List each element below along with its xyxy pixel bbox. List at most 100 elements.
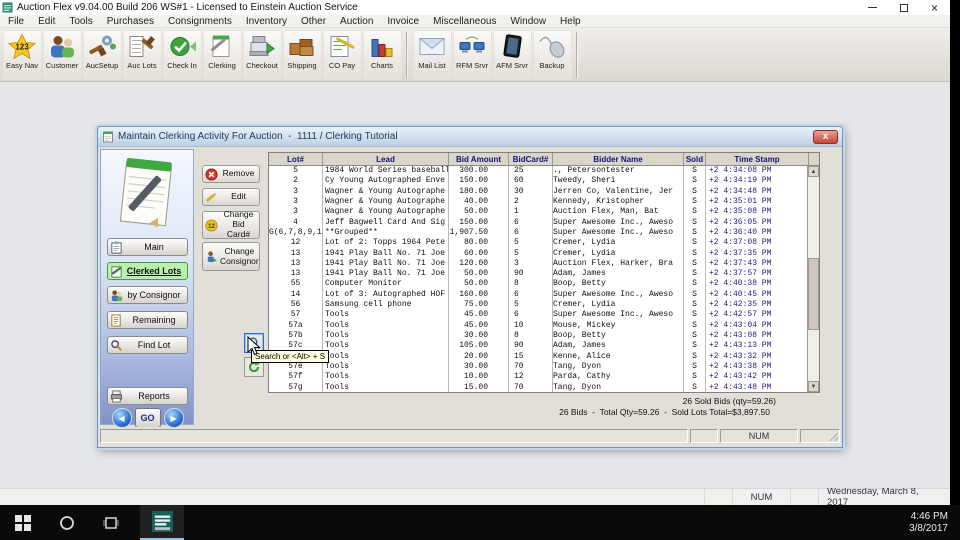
action-button-change-bid-card[interactable]: 12Change Bid Card# — [202, 211, 260, 239]
column-header-lead[interactable]: Lead — [323, 153, 449, 165]
menu-item-auction[interactable]: Auction — [333, 16, 380, 27]
cell-lead: Tools — [323, 362, 449, 372]
table-row[interactable]: 57eTools30.0070Tang, DyonS+2 4:43:38 PM — [269, 362, 819, 372]
backup-icon — [537, 33, 567, 60]
toolbar-button-aucsetup[interactable]: AucSetup — [83, 30, 122, 80]
cell-bidcard: 3 — [509, 259, 553, 269]
menu-item-consignments[interactable]: Consignments — [161, 16, 239, 27]
menu-item-inventory[interactable]: Inventory — [239, 16, 294, 27]
toolbar-button-rfm-srvr[interactable]: RFM Srvr — [453, 30, 492, 80]
check-in-icon — [167, 33, 197, 60]
menu-item-tools[interactable]: Tools — [62, 16, 99, 27]
table-row[interactable]: 131941 Play Ball No. 71 Joe50.0090Adam, … — [269, 269, 819, 279]
cell-sold: S — [684, 187, 706, 197]
toolbar-button-mail-list[interactable]: Mail List — [413, 30, 452, 80]
go-button[interactable]: GO — [135, 408, 161, 427]
toolbar-button-clerking[interactable]: Clerking — [203, 30, 242, 80]
table-row[interactable]: 4Jeff Bagwell Card And Sig150.006Super A… — [269, 218, 819, 228]
menu-item-help[interactable]: Help — [553, 16, 588, 27]
table-row[interactable]: G(6,7,8,9,10**Grouped**1,907.506Super Aw… — [269, 228, 819, 238]
table-row[interactable]: 2Cy Young Autographed Enve150.0060Tweedy… — [269, 176, 819, 186]
vertical-scrollbar[interactable]: ▲ ▼ — [807, 166, 819, 392]
column-header-sold[interactable]: Sold — [684, 153, 706, 165]
action-button-edit[interactable]: Edit — [202, 188, 260, 206]
cell-sold: S — [684, 310, 706, 320]
next-record-button[interactable]: ▶ — [164, 408, 184, 427]
table-row[interactable]: 55Computer Monitor50.008Boop, BettyS+2 4… — [269, 279, 819, 289]
cell-sold: S — [684, 300, 706, 310]
table-row[interactable]: 57dTools20.0015Kenne, AliceS+2 4:43:32 P… — [269, 352, 819, 362]
task-view-button[interactable] — [96, 508, 126, 538]
column-header-lot[interactable]: Lot# — [269, 153, 323, 165]
table-row[interactable]: 57cTools105.0090Adam, JamesS+2 4:43:13 P… — [269, 341, 819, 351]
statusbar-panel — [100, 429, 688, 443]
close-button[interactable]: × — [919, 0, 950, 15]
menu-item-miscellaneous[interactable]: Miscellaneous — [426, 16, 503, 27]
shipping-icon — [287, 33, 317, 60]
sidebar-item-find-lot[interactable]: Find Lot — [107, 336, 188, 354]
action-button-remove[interactable]: Remove — [202, 165, 260, 183]
resize-grip-icon[interactable] — [829, 432, 838, 441]
table-row[interactable]: 131941 Play Ball No. 71 Joe120.003Auctio… — [269, 259, 819, 269]
restore-button[interactable] — [888, 0, 919, 15]
table-row[interactable]: 3Wagner & Young Autographe180.0030Jerren… — [269, 187, 819, 197]
toolbar-button-checkout[interactable]: Checkout — [243, 30, 282, 80]
table-row[interactable]: 3Wagner & Young Autographe40.002Kennedy,… — [269, 197, 819, 207]
table-row[interactable]: 57bTools30.008Boop, BettyS+2 4:43:08 PM — [269, 331, 819, 341]
clerking-close-button[interactable]: x — [813, 130, 838, 144]
scrollbar-thumb[interactable] — [808, 258, 819, 330]
table-row[interactable]: 56Samsung cell phone75.005Cremer, LydiaS… — [269, 300, 819, 310]
menu-item-purchases[interactable]: Purchases — [100, 16, 161, 27]
prev-record-button[interactable]: ◀ — [112, 408, 132, 427]
toolbar-button-charts[interactable]: Charts — [363, 30, 402, 80]
scroll-up-arrow-icon[interactable]: ▲ — [808, 166, 819, 177]
menu-item-invoice[interactable]: Invoice — [380, 16, 426, 27]
table-row[interactable]: 3Wagner & Young Autographe50.001Auction … — [269, 207, 819, 217]
menu-item-other[interactable]: Other — [294, 16, 333, 27]
menu-item-file[interactable]: File — [1, 16, 31, 27]
column-header-bid-amount[interactable]: Bid Amount — [449, 153, 509, 165]
start-button[interactable] — [8, 508, 38, 538]
sidebar-item-main[interactable]: Main — [107, 238, 188, 256]
toolbar-label: Mail List — [418, 61, 446, 70]
table-row[interactable]: 14Lot of 3: Autographed HOF160.006Super … — [269, 290, 819, 300]
toolbar-button-check-in[interactable]: Check In — [163, 30, 202, 80]
menu-item-edit[interactable]: Edit — [31, 16, 62, 27]
table-row[interactable]: 12Lot of 2: Topps 1964 Pete80.005Cremer,… — [269, 238, 819, 248]
toolbar-button-auc-lots[interactable]: Auc Lots — [123, 30, 162, 80]
cell-time-stamp: +2 4:37:35 PM — [706, 249, 809, 259]
cell-bid-amount: 45.00 — [449, 321, 509, 331]
column-header-time-stamp[interactable]: Time Stamp — [706, 153, 809, 165]
sidebar-item-clerked-lots[interactable]: Clerked Lots — [107, 262, 188, 280]
scroll-down-arrow-icon[interactable]: ▼ — [808, 381, 819, 392]
afm-srvr-icon — [497, 33, 527, 60]
taskbar-auction-flex-button[interactable] — [140, 505, 184, 540]
menu-item-window[interactable]: Window — [503, 16, 553, 27]
sidebar-item-reports[interactable]: Reports — [107, 387, 188, 405]
cell-bidcard: 5 — [509, 249, 553, 259]
toolbar-button-easy-nav[interactable]: 123Easy Nav — [3, 30, 42, 80]
sidebar-item-remaining[interactable]: Remaining — [107, 311, 188, 329]
table-row[interactable]: 57Tools45.006Super Awesome Inc., AwesoS+… — [269, 310, 819, 320]
action-button-change-consignor[interactable]: Change Consignor — [202, 242, 260, 271]
cell-bidder-name: Auction Flex, Man, Bat — [553, 207, 684, 217]
toolbar-button-afm-srvr[interactable]: AFM Srvr — [493, 30, 532, 80]
clerking-icon — [207, 33, 237, 60]
cortana-button[interactable] — [52, 508, 82, 538]
table-row[interactable]: 51984 World Series baseball300.0025., Pe… — [269, 166, 819, 176]
table-row[interactable]: 57gTools15.0070Tang, DyonS+2 4:43:48 PM — [269, 383, 819, 392]
toolbar-button-co-pay[interactable]: CO Pay — [323, 30, 362, 80]
taskbar-clock[interactable]: 4:46 PM 3/8/2017 — [909, 511, 948, 535]
table-row[interactable]: 131941 Play Ball No. 71 Joe60.005Cremer,… — [269, 249, 819, 259]
toolbar-button-backup[interactable]: Backup — [533, 30, 572, 80]
cell-lead: 1941 Play Ball No. 71 Joe — [323, 249, 449, 259]
clerking-window-titlebar[interactable]: Maintain Clerking Activity For Auction -… — [98, 127, 842, 147]
toolbar-button-shipping[interactable]: Shipping — [283, 30, 322, 80]
column-header-bidcard[interactable]: BidCard# — [509, 153, 553, 165]
table-row[interactable]: 57fTools10.0012Parda, CathyS+2 4:43:42 P… — [269, 372, 819, 382]
sidebar-item-by-consignor[interactable]: by Consignor — [107, 286, 188, 304]
table-row[interactable]: 57aTools45.0010Mouse, MickeyS+2 4:43:04 … — [269, 321, 819, 331]
toolbar-button-customer[interactable]: Customer — [43, 30, 82, 80]
column-header-bidder-name[interactable]: Bidder Name — [553, 153, 684, 165]
minimize-button[interactable] — [857, 0, 888, 15]
